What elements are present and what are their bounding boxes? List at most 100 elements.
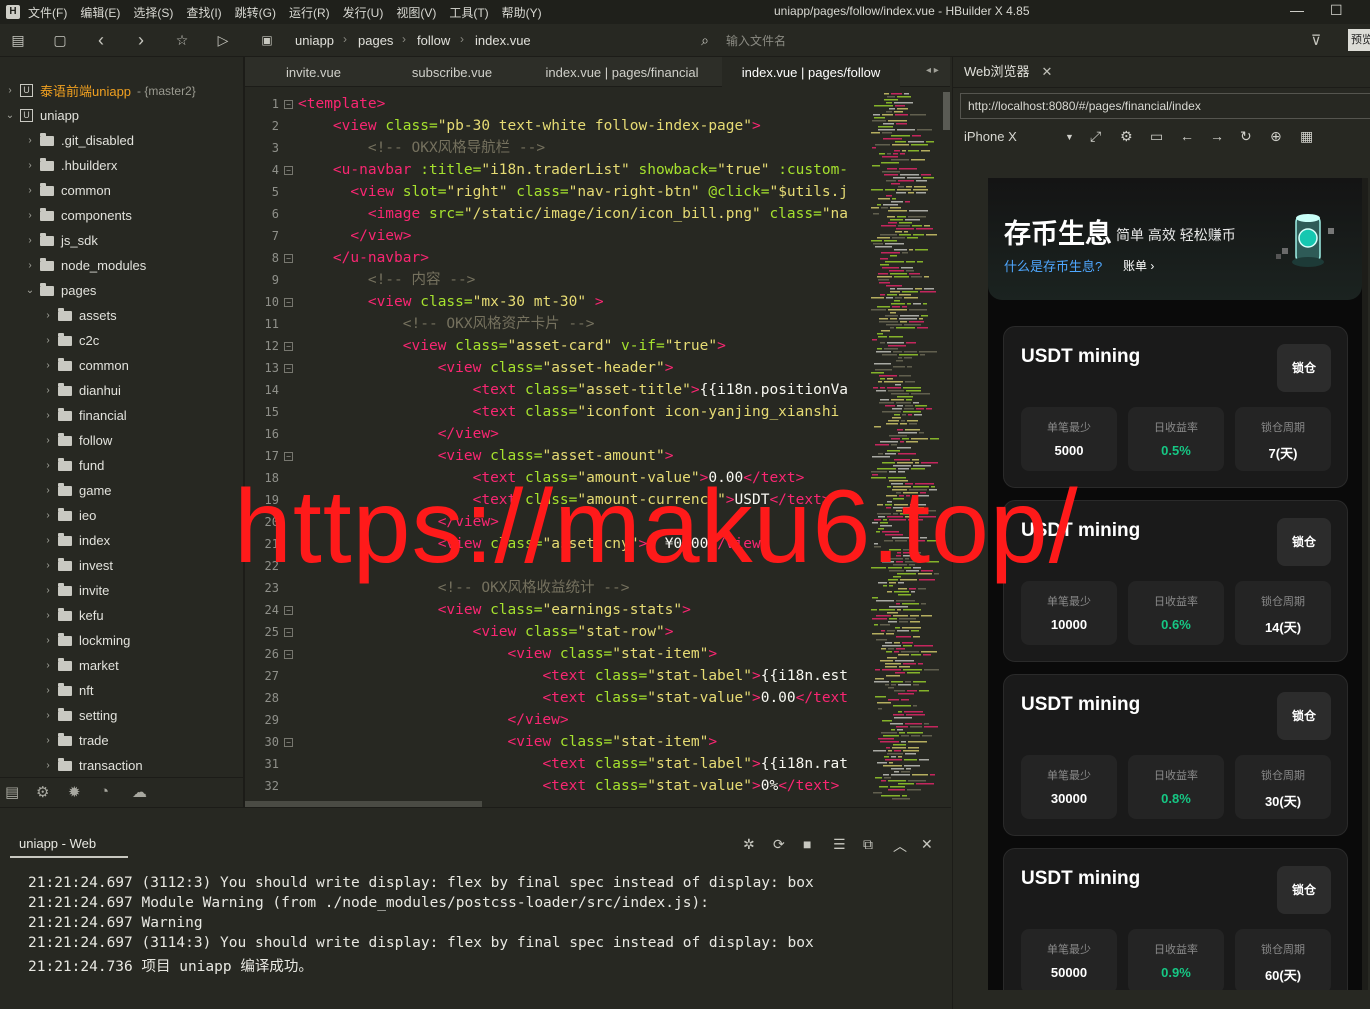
code-line[interactable]: 32 <text class="stat-value">0%</text> xyxy=(245,775,867,797)
preview-button[interactable]: 预览 xyxy=(1348,29,1370,51)
tab-invite[interactable]: invite.vue xyxy=(245,57,382,87)
chevron-right-icon[interactable]: › xyxy=(42,560,54,571)
code-line[interactable]: 7 </view> xyxy=(245,225,867,247)
tab-subscribe[interactable]: subscribe.vue xyxy=(382,57,522,87)
breadcrumb-item[interactable]: follow xyxy=(417,33,450,48)
code-line[interactable]: 31 <text class="stat-label">{{i18n.rat xyxy=(245,753,867,775)
stop-icon[interactable]: ■ xyxy=(803,836,811,852)
bill-link[interactable]: 账单 › xyxy=(1123,257,1154,274)
chevron-right-icon[interactable]: › xyxy=(42,410,54,421)
chevron-right-icon[interactable]: › xyxy=(4,85,16,96)
code-line[interactable]: 2 <view class="pb-30 text-white follow-i… xyxy=(245,115,867,137)
chevron-right-icon[interactable]: › xyxy=(42,335,54,346)
code-line[interactable]: 1− <template> xyxy=(245,93,867,115)
code-line[interactable]: 4− <u-navbar :title="i18n.traderList" sh… xyxy=(245,159,867,181)
breadcrumb-item[interactable]: pages xyxy=(358,33,393,48)
code-line[interactable]: 11 <!-- OKX风格资产卡片 --> xyxy=(245,313,867,335)
menu-item[interactable]: 跳转(G) xyxy=(235,4,276,21)
tree-item[interactable]: › financial xyxy=(0,403,243,428)
menu-item[interactable]: 选择(S) xyxy=(133,4,173,21)
collapse-panel-icon[interactable]: ︿ xyxy=(893,836,907,856)
open-log-icon[interactable]: ⧉ xyxy=(863,836,873,853)
chevron-right-icon[interactable]: › xyxy=(24,160,36,171)
tab-scroll-icon[interactable]: ◂ ▸ xyxy=(926,65,939,76)
tree-item[interactable]: › ieo xyxy=(0,503,243,528)
code-line[interactable]: 10− <view class="mx-30 mt-30" > xyxy=(245,291,867,313)
code-line[interactable]: 25− <view class="stat-row"> xyxy=(245,621,867,643)
tree-item[interactable]: › .git_disabled xyxy=(0,128,243,153)
back-arrow-icon[interactable]: ← xyxy=(1180,128,1194,144)
refresh-icon[interactable]: ↻ xyxy=(1240,128,1252,145)
clear-console-icon[interactable]: ☰ xyxy=(833,836,846,853)
chevron-right-icon[interactable]: › xyxy=(42,535,54,546)
chevron-right-icon[interactable]: › xyxy=(42,435,54,446)
chevron-right-icon[interactable]: › xyxy=(42,735,54,746)
chevron-right-icon[interactable]: › xyxy=(24,185,36,196)
chevron-right-icon[interactable]: › xyxy=(42,310,54,321)
chevron-right-icon[interactable]: › xyxy=(42,760,54,771)
chevron-right-icon[interactable]: › xyxy=(24,235,36,246)
tree-item[interactable]: › nft xyxy=(0,678,243,703)
code-line[interactable]: 27 <text class="stat-label">{{i18n.est xyxy=(245,665,867,687)
forward-icon[interactable]: › xyxy=(133,31,149,49)
code-line[interactable]: 9 <!-- 内容 --> xyxy=(245,269,867,291)
code-line[interactable]: 28 <text class="stat-value">0.00</text xyxy=(245,687,867,709)
code-line[interactable]: 5 <view slot="right" class="nav-right-bt… xyxy=(245,181,867,203)
fold-toggle-icon[interactable]: − xyxy=(284,738,293,747)
git-icon[interactable]: ◔ xyxy=(100,783,109,800)
save-icon[interactable]: ▢ xyxy=(52,32,68,48)
plugin-icon[interactable]: ⚙ xyxy=(36,783,49,801)
minimap[interactable] xyxy=(867,87,951,807)
breadcrumb-item[interactable]: index.vue xyxy=(475,33,531,48)
chevron-right-icon[interactable]: › xyxy=(42,635,54,646)
chevron-right-icon[interactable]: › xyxy=(42,460,54,471)
tree-item[interactable]: › U 泰语前端uniapp - {master2} xyxy=(0,78,243,103)
qrcode-icon[interactable]: ▦ xyxy=(1300,128,1313,145)
tree-item[interactable]: › common xyxy=(0,353,243,378)
chevron-right-icon[interactable]: › xyxy=(42,585,54,596)
chevron-right-icon[interactable]: › xyxy=(24,210,36,221)
tree-item[interactable]: › node_modules xyxy=(0,253,243,278)
debug-bug-icon[interactable]: ✲ xyxy=(743,836,755,853)
fold-toggle-icon[interactable]: − xyxy=(284,254,293,263)
lock-button[interactable]: 锁仓 xyxy=(1277,344,1331,392)
chevron-right-icon[interactable]: › xyxy=(42,685,54,696)
chevron-right-icon[interactable]: › xyxy=(42,610,54,621)
tree-item[interactable]: › common xyxy=(0,178,243,203)
fold-toggle-icon[interactable]: − xyxy=(284,606,293,615)
run-icon[interactable]: ▷ xyxy=(215,32,231,48)
close-icon[interactable]: ✕ xyxy=(1042,64,1053,79)
chevron-right-icon[interactable]: › xyxy=(42,360,54,371)
star-icon[interactable]: ☆ xyxy=(174,32,190,48)
tree-item[interactable]: ⌄ Uuniapp xyxy=(0,103,243,128)
fold-toggle-icon[interactable]: − xyxy=(284,452,293,461)
devtools-icon[interactable]: ▭ xyxy=(1150,128,1163,145)
tab-web-browser[interactable]: Web浏览器 ✕ xyxy=(955,57,1061,87)
tree-item[interactable]: › setting xyxy=(0,703,243,728)
chevron-right-icon[interactable]: › xyxy=(42,385,54,396)
code-line[interactable]: 6 <image src="/static/image/icon/icon_bi… xyxy=(245,203,867,225)
tree-item[interactable]: › game xyxy=(0,478,243,503)
tree-item[interactable]: › trade xyxy=(0,728,243,753)
chevron-down-icon[interactable]: ⌄ xyxy=(4,110,16,121)
debug-icon[interactable]: ✹ xyxy=(68,783,81,801)
fold-toggle-icon[interactable]: − xyxy=(284,342,293,351)
tree-item[interactable]: › assets xyxy=(0,303,243,328)
menu-item[interactable]: 工具(T) xyxy=(449,4,488,21)
lock-icon[interactable]: ⊕ xyxy=(1270,128,1282,145)
restart-icon[interactable]: ⟳ xyxy=(773,836,785,853)
tree-item[interactable]: › kefu xyxy=(0,603,243,628)
fold-toggle-icon[interactable]: − xyxy=(284,100,293,109)
tree-item[interactable]: › index xyxy=(0,528,243,553)
chevron-right-icon[interactable]: › xyxy=(42,660,54,671)
menu-item[interactable]: 发行(U) xyxy=(343,4,384,21)
browser-scrollbar[interactable] xyxy=(1362,178,1368,990)
device-select[interactable]: iPhone X ▼ xyxy=(960,125,1078,149)
tab-follow-index[interactable]: index.vue | pages/follow xyxy=(722,57,900,87)
menu-item[interactable]: 编辑(E) xyxy=(80,4,120,21)
tree-item[interactable]: › transaction xyxy=(0,753,243,777)
lock-button[interactable]: 锁仓 xyxy=(1277,692,1331,740)
tree-item[interactable]: › lockming xyxy=(0,628,243,653)
chevron-down-icon[interactable]: ⌄ xyxy=(24,285,36,296)
tree-item[interactable]: › .hbuilderx xyxy=(0,153,243,178)
